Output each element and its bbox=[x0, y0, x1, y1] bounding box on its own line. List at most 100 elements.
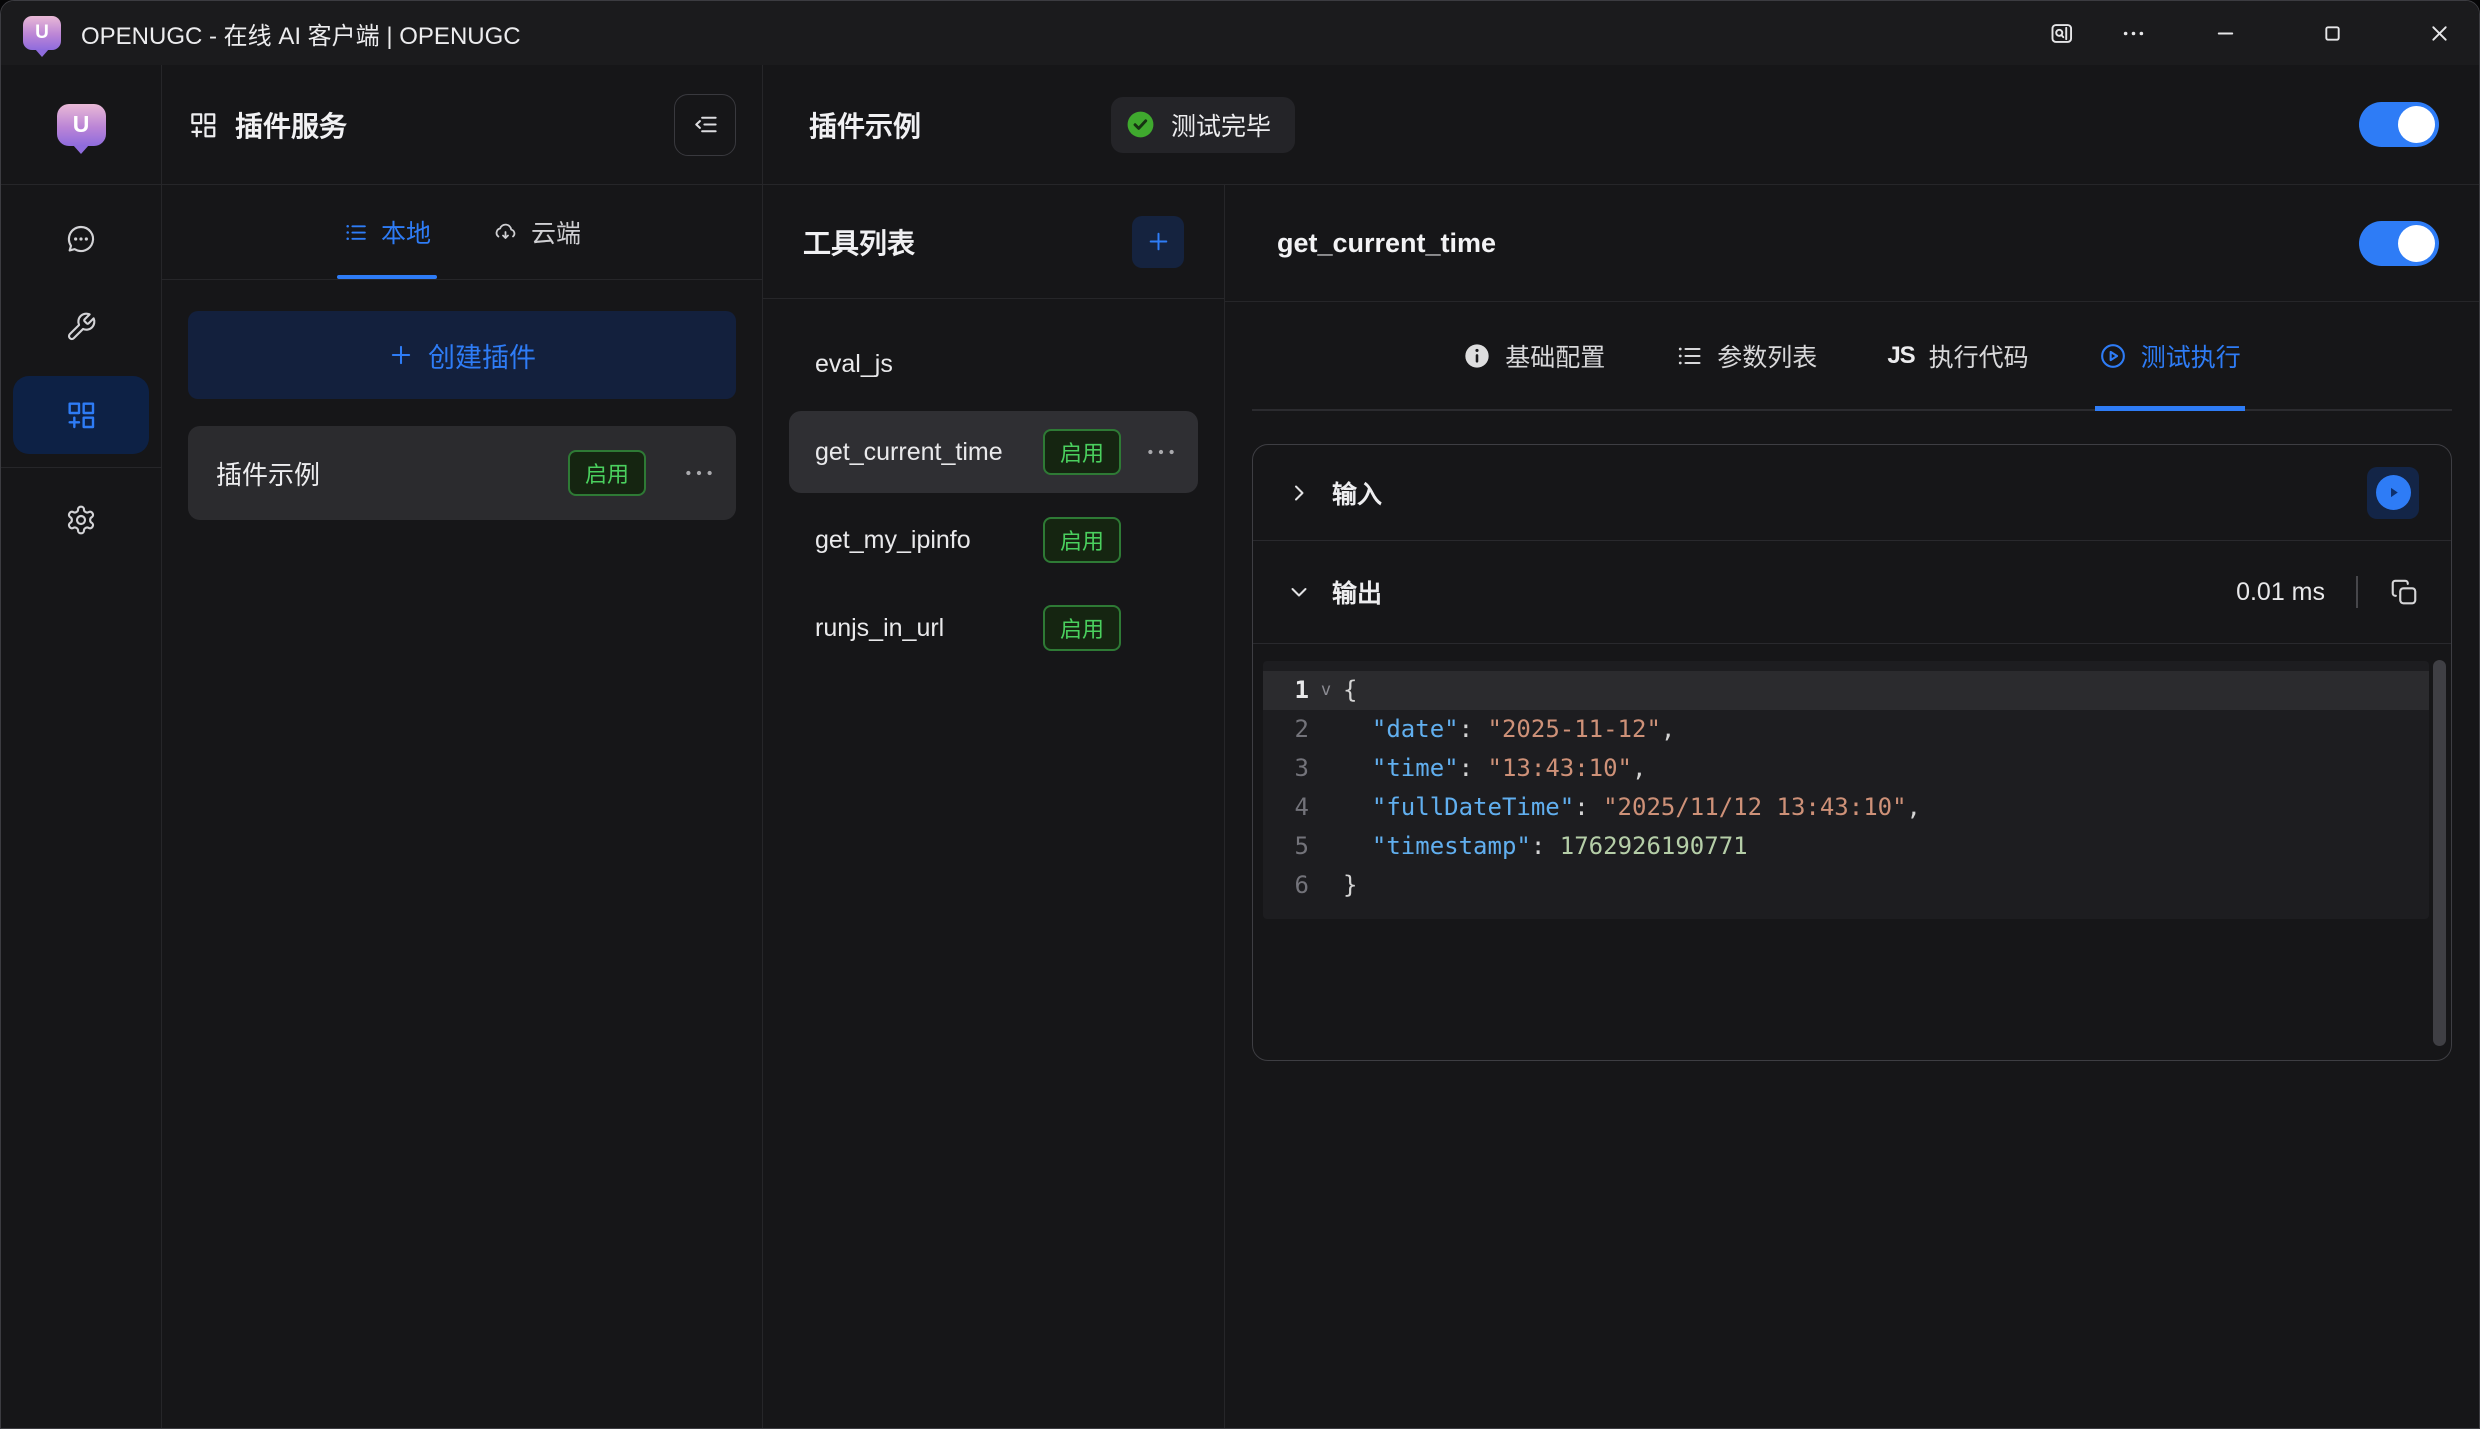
code-text: "time": "13:43:10", bbox=[1343, 749, 1646, 788]
enabled-badge: 启用 bbox=[1043, 517, 1121, 563]
list-icon bbox=[1675, 342, 1703, 370]
tool-enabled-toggle[interactable] bbox=[2359, 221, 2439, 266]
nav-item-settings[interactable] bbox=[13, 481, 149, 559]
inspect-window-icon bbox=[2048, 20, 2075, 47]
tool-row-eval-js[interactable]: eval_js bbox=[789, 323, 1198, 405]
plugin-detail-header: 插件示例 测试完毕 bbox=[763, 65, 2479, 185]
tool-detail-tabs: 基础配置 参数列表 JS 执行代码 测试执行 bbox=[1252, 302, 2452, 411]
nav-divider bbox=[1, 467, 161, 468]
plugins-icon bbox=[65, 399, 97, 431]
nav-item-tools[interactable] bbox=[13, 288, 149, 366]
tab-basic-config[interactable]: 基础配置 bbox=[1463, 302, 1605, 409]
run-test-button[interactable] bbox=[2367, 467, 2419, 519]
input-section-label: 输入 bbox=[1332, 475, 1382, 511]
collapse-panel-icon bbox=[692, 111, 719, 138]
code-line: 6} bbox=[1263, 866, 2429, 905]
code-text: } bbox=[1343, 866, 1357, 905]
tools-list-title: 工具列表 bbox=[803, 222, 915, 262]
close-button[interactable] bbox=[2413, 10, 2465, 56]
code-text: "fullDateTime": "2025/11/12 13:43:10", bbox=[1343, 788, 1921, 827]
tools-list: eval_js get_current_time 启用 get_my_ipinf… bbox=[763, 299, 1224, 675]
plus-icon bbox=[388, 342, 414, 368]
code-line: 5 "timestamp": 1762926190771 bbox=[1263, 827, 2429, 866]
copy-output-button[interactable] bbox=[2389, 577, 2419, 607]
maximize-button[interactable] bbox=[2306, 10, 2358, 56]
input-section-header[interactable]: 输入 bbox=[1253, 445, 2451, 540]
scrollbar-thumb[interactable] bbox=[2433, 660, 2446, 1046]
close-icon bbox=[2426, 20, 2453, 47]
app-logo: U bbox=[23, 16, 61, 50]
line-number: 4 bbox=[1263, 788, 1309, 827]
title-bar: U OPENUGC - 在线 AI 客户端 | OPENUGC bbox=[1, 1, 2479, 65]
copy-icon bbox=[2389, 577, 2419, 607]
tab-test-run[interactable]: 测试执行 bbox=[2099, 302, 2241, 409]
cloud-download-icon bbox=[493, 220, 518, 245]
tab-parameter-list[interactable]: 参数列表 bbox=[1675, 302, 1817, 409]
tool-more-button[interactable] bbox=[1144, 435, 1178, 469]
plugin-detail-region: 插件示例 测试完毕 工具列表 bbox=[763, 65, 2479, 1428]
nav-logo-section: U bbox=[1, 65, 161, 185]
tool-detail-panel: get_current_time 基础配置 参数列表 J bbox=[1225, 185, 2479, 1428]
list-icon bbox=[343, 220, 368, 245]
more-dots-icon bbox=[1144, 435, 1178, 469]
line-number: 5 bbox=[1263, 827, 1309, 866]
app-logo-letter: U bbox=[73, 111, 90, 138]
selected-plugin-title: 插件示例 bbox=[809, 105, 921, 145]
tab-label: 执行代码 bbox=[1929, 338, 2029, 374]
tab-local[interactable]: 本地 bbox=[343, 185, 431, 279]
tab-label: 云端 bbox=[531, 214, 581, 250]
create-plugin-button[interactable]: 创建插件 bbox=[188, 311, 736, 399]
maximize-icon bbox=[2319, 20, 2346, 47]
nav-item-plugins[interactable] bbox=[13, 376, 149, 454]
play-icon bbox=[2376, 475, 2411, 510]
tab-execute-code[interactable]: JS 执行代码 bbox=[1887, 302, 2028, 409]
check-circle-icon bbox=[1125, 109, 1156, 140]
output-section-label: 输出 bbox=[1332, 574, 1382, 610]
plugins-panel: 插件服务 本地 云端 创建插件 插件示例 bbox=[162, 65, 763, 1428]
plugins-header: 插件服务 bbox=[162, 65, 762, 185]
tool-name: runjs_in_url bbox=[815, 614, 1043, 643]
fold-gutter bbox=[1309, 827, 1343, 866]
nav-item-chat[interactable] bbox=[13, 200, 149, 278]
enabled-badge: 启用 bbox=[1043, 605, 1121, 651]
tool-row-get-my-ipinfo[interactable]: get_my_ipinfo 启用 bbox=[789, 499, 1198, 581]
nav-rail: U bbox=[1, 65, 162, 1428]
wrench-icon bbox=[65, 311, 97, 343]
output-code-area[interactable]: 1v{2 "date": "2025-11-12",3 "time": "13:… bbox=[1253, 644, 2451, 1060]
minimize-button[interactable] bbox=[2199, 10, 2251, 56]
tool-name: get_my_ipinfo bbox=[815, 526, 1043, 555]
plus-icon bbox=[1146, 229, 1171, 254]
tool-row-get-current-time[interactable]: get_current_time 启用 bbox=[789, 411, 1198, 493]
inspect-window-button[interactable] bbox=[2035, 10, 2087, 56]
tab-label: 参数列表 bbox=[1717, 338, 1817, 374]
more-menu-button[interactable] bbox=[2107, 10, 2159, 56]
fold-arrow-icon[interactable]: v bbox=[1309, 671, 1343, 710]
execution-duration: 0.01 ms bbox=[2236, 578, 2325, 607]
chevron-down-icon bbox=[1287, 580, 1311, 604]
tools-panel: 工具列表 eval_js get_current_time 启用 bbox=[763, 185, 1225, 1428]
window-title: OPENUGC - 在线 AI 客户端 | OPENUGC bbox=[81, 16, 521, 51]
divider bbox=[2356, 576, 2358, 608]
tab-label: 测试执行 bbox=[2141, 338, 2241, 374]
fold-gutter bbox=[1309, 710, 1343, 749]
collapse-panel-button[interactable] bbox=[674, 94, 736, 156]
line-number: 3 bbox=[1263, 749, 1309, 788]
tool-title: get_current_time bbox=[1277, 228, 1496, 259]
plugin-more-button[interactable] bbox=[682, 456, 716, 490]
info-circle-icon bbox=[1463, 342, 1491, 370]
plugin-name: 插件示例 bbox=[216, 455, 568, 492]
tab-cloud[interactable]: 云端 bbox=[493, 185, 581, 279]
plugin-enabled-toggle[interactable] bbox=[2359, 102, 2439, 147]
fold-gutter bbox=[1309, 749, 1343, 788]
output-section-header[interactable]: 输出 0.01 ms bbox=[1253, 540, 2451, 644]
tool-name: eval_js bbox=[815, 350, 1043, 379]
tab-label: 基础配置 bbox=[1505, 338, 1605, 374]
code-editor[interactable]: 1v{2 "date": "2025-11-12",3 "time": "13:… bbox=[1263, 661, 2429, 919]
enabled-badge: 启用 bbox=[568, 450, 646, 496]
plugins-tabs: 本地 云端 bbox=[162, 185, 762, 280]
line-number: 2 bbox=[1263, 710, 1309, 749]
add-tool-button[interactable] bbox=[1132, 216, 1184, 268]
plugin-list-item[interactable]: 插件示例 启用 bbox=[188, 426, 736, 520]
code-line: 4 "fullDateTime": "2025/11/12 13:43:10", bbox=[1263, 788, 2429, 827]
tool-row-runjs-in-url[interactable]: runjs_in_url 启用 bbox=[789, 587, 1198, 669]
